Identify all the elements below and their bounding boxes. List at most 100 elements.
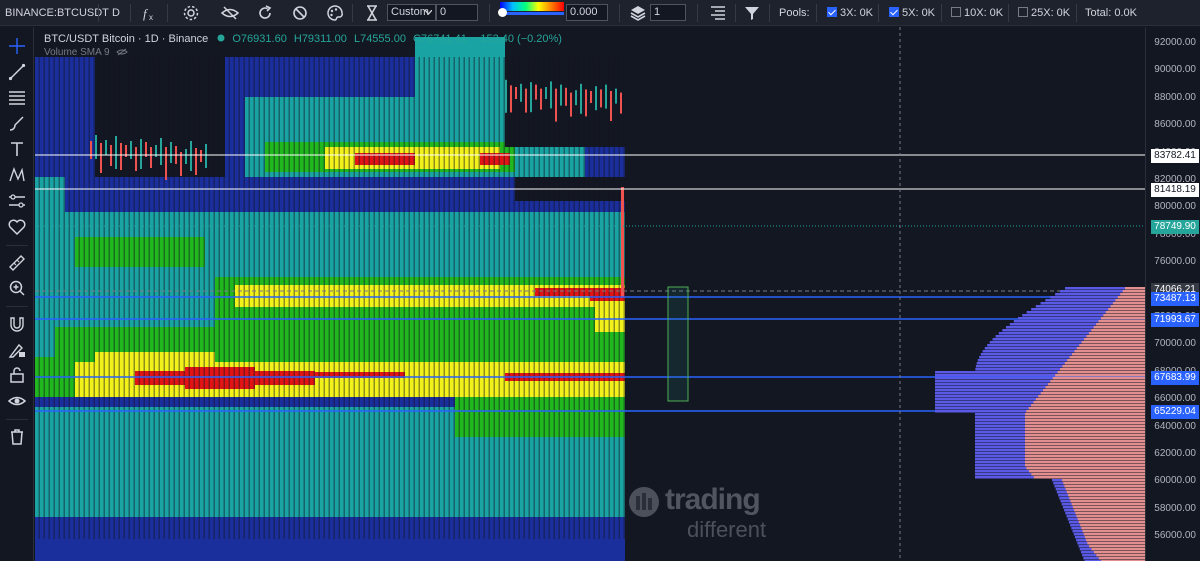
profile-bar-pink bbox=[1125, 287, 1145, 290]
mode-value-input[interactable]: 0 bbox=[436, 4, 478, 21]
pool-5x-label[interactable]: 5X: 0K bbox=[902, 0, 935, 26]
color-value-input[interactable]: 0.000 bbox=[566, 4, 608, 21]
heat-column-gap bbox=[143, 57, 145, 539]
profile-bar-pink bbox=[1098, 320, 1145, 323]
price-axis[interactable]: 92000.0090000.0088000.0086000.0084000.00… bbox=[1145, 27, 1200, 561]
profile-bar-pink bbox=[1057, 371, 1145, 374]
symbol-label[interactable]: BINANCE:BTCUSDT bbox=[5, 0, 109, 26]
favorites-heart-icon[interactable] bbox=[7, 217, 27, 237]
crosshair-icon[interactable] bbox=[7, 36, 27, 56]
layers-icon bbox=[630, 6, 646, 21]
pool-3x-checkbox[interactable] bbox=[827, 7, 837, 17]
profile-bar-pink bbox=[1025, 419, 1145, 422]
pool-25x-label[interactable]: 25X: 0K bbox=[1031, 0, 1070, 26]
text-icon[interactable] bbox=[7, 139, 27, 159]
profile-bar-pink bbox=[1074, 509, 1145, 512]
profile-bar-pink bbox=[1081, 341, 1145, 344]
heat-column-gap bbox=[53, 57, 55, 539]
heat-column-gap bbox=[468, 57, 470, 539]
heat-column-gap bbox=[478, 57, 480, 539]
profile-bar-pink bbox=[1025, 461, 1145, 464]
trash-icon[interactable] bbox=[7, 427, 27, 447]
gradient-track[interactable] bbox=[500, 12, 564, 15]
function-icon[interactable]: fx bbox=[139, 3, 159, 23]
toolbar-divider bbox=[1076, 4, 1077, 22]
heat-column-gap bbox=[363, 57, 365, 539]
profile-bar-pink bbox=[1025, 446, 1145, 449]
gradient-handle[interactable] bbox=[498, 8, 507, 17]
filter-icon[interactable] bbox=[742, 3, 762, 23]
interval-button[interactable]: D bbox=[112, 0, 120, 26]
pool-3x-label[interactable]: 3X: 0K bbox=[840, 0, 873, 26]
candle bbox=[160, 138, 162, 165]
hide-eye-icon[interactable] bbox=[220, 3, 240, 23]
hidden-eye-icon[interactable] bbox=[116, 48, 129, 56]
chart-pane[interactable]: BTC/USDT Bitcoin · 1D · Binance O76931.6… bbox=[35, 27, 1145, 561]
ruler-icon[interactable] bbox=[7, 253, 27, 273]
total-label: Total: 0.0K bbox=[1085, 7, 1137, 19]
color-gradient-slider[interactable] bbox=[500, 2, 564, 11]
heat-column-gap bbox=[528, 57, 530, 539]
refresh-icon[interactable] bbox=[255, 3, 275, 23]
mode-select[interactable]: Custom bbox=[387, 4, 436, 21]
align-list-icon[interactable] bbox=[708, 3, 728, 23]
candle bbox=[190, 141, 192, 171]
pool-10x-label[interactable]: 10X: 0K bbox=[964, 0, 1003, 26]
heat-column-gap bbox=[393, 57, 395, 539]
heat-column-gap bbox=[623, 57, 625, 539]
toolbar-divider bbox=[941, 4, 942, 22]
heat-column-gap bbox=[523, 57, 525, 539]
measure-tools-icon[interactable] bbox=[7, 191, 27, 211]
magnet-icon[interactable] bbox=[7, 314, 27, 334]
visibility-eye-icon[interactable] bbox=[7, 391, 27, 411]
profile-bar-pink bbox=[1076, 515, 1145, 518]
drawing-toolbar bbox=[0, 27, 34, 561]
profile-bar-pink bbox=[1025, 464, 1145, 467]
heat-column-gap bbox=[378, 57, 380, 539]
heat-column-gap bbox=[438, 57, 440, 539]
profile-bar-pink bbox=[1110, 305, 1145, 308]
pool-5x-checkbox[interactable] bbox=[889, 7, 899, 17]
heat-column-gap bbox=[193, 57, 195, 539]
layers-input[interactable]: 1 bbox=[650, 4, 686, 21]
heat-column-gap bbox=[388, 57, 390, 539]
fib-lines-icon[interactable] bbox=[7, 87, 27, 107]
trend-line-icon[interactable] bbox=[7, 62, 27, 82]
profile-bar-pink bbox=[1117, 296, 1145, 299]
price-tick: 60000.00 bbox=[1154, 475, 1196, 487]
price-tick: 80000.00 bbox=[1154, 201, 1196, 213]
profile-bar-pink bbox=[1098, 557, 1145, 560]
pool-10x-checkbox[interactable] bbox=[951, 7, 961, 17]
heat-column-gap bbox=[283, 57, 285, 539]
heat-column-gap bbox=[338, 57, 340, 539]
profile-bar-pink bbox=[1059, 368, 1145, 371]
draw-lock-icon[interactable] bbox=[7, 340, 27, 360]
pool-25x-checkbox[interactable] bbox=[1018, 7, 1028, 17]
candle bbox=[200, 150, 202, 162]
heat-column-gap bbox=[513, 57, 515, 539]
heat-column-gap bbox=[503, 57, 505, 539]
block-icon[interactable] bbox=[290, 3, 310, 23]
zoom-in-icon[interactable] bbox=[7, 278, 27, 298]
toolbar-divider bbox=[167, 4, 168, 22]
heat-column-gap bbox=[453, 57, 455, 539]
svg-text:x: x bbox=[149, 13, 153, 22]
toolbar-divider bbox=[352, 4, 353, 22]
palette-icon[interactable] bbox=[325, 3, 345, 23]
profile-bar-pink bbox=[1025, 455, 1145, 458]
candle bbox=[595, 86, 597, 111]
lock-icon[interactable] bbox=[7, 365, 27, 385]
price-tick: 66000.00 bbox=[1154, 393, 1196, 405]
settings-gear-icon[interactable] bbox=[181, 3, 201, 23]
candle bbox=[165, 147, 167, 180]
heat-column-gap bbox=[608, 57, 610, 539]
profile-bar-pink bbox=[1062, 479, 1145, 482]
candle bbox=[620, 92, 622, 114]
projection-box[interactable] bbox=[667, 286, 689, 402]
candle bbox=[115, 136, 117, 169]
heat-column-gap bbox=[78, 57, 80, 539]
pattern-icon[interactable] bbox=[7, 165, 27, 185]
heat-column-gap bbox=[488, 57, 490, 539]
brush-icon[interactable] bbox=[7, 113, 27, 133]
heat-column-gap bbox=[133, 57, 135, 539]
